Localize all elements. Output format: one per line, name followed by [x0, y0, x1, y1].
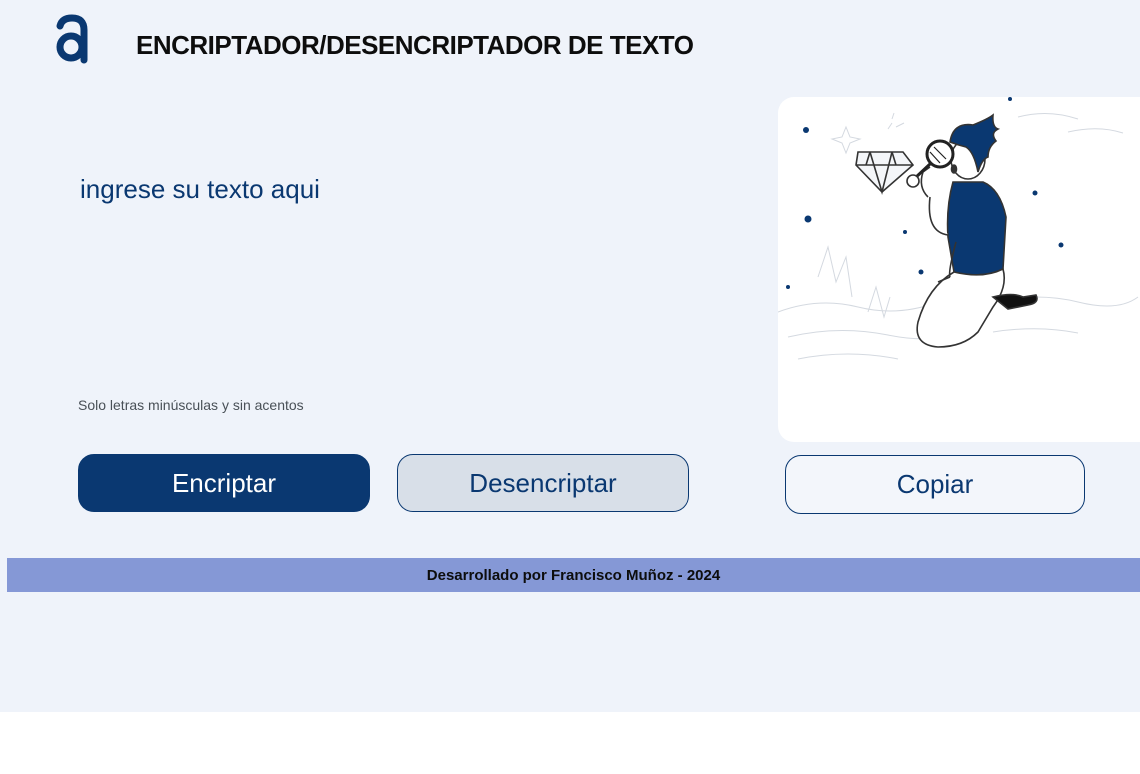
person-with-magnifier-illustration: [778, 97, 1139, 360]
footer-text: Desarrollado por Francisco Muñoz - 2024: [426, 566, 721, 584]
input-hint: Solo letras minúsculas y sin acentos: [78, 397, 304, 413]
output-panel: [778, 97, 1140, 442]
text-input[interactable]: [78, 170, 718, 370]
copy-button[interactable]: Copiar: [785, 455, 1085, 514]
page-title: ENCRIPTADOR/DESENCRIPTADOR DE TEXTO: [136, 30, 694, 60]
alura-logo-icon: [56, 14, 88, 64]
encrypt-button[interactable]: Encriptar: [78, 454, 370, 512]
footer: Desarrollado por Francisco Muñoz - 2024: [7, 558, 1140, 592]
decrypt-button[interactable]: Desencriptar: [397, 454, 689, 512]
app-container: ENCRIPTADOR/DESENCRIPTADOR DE TEXTO Solo…: [0, 0, 1140, 712]
